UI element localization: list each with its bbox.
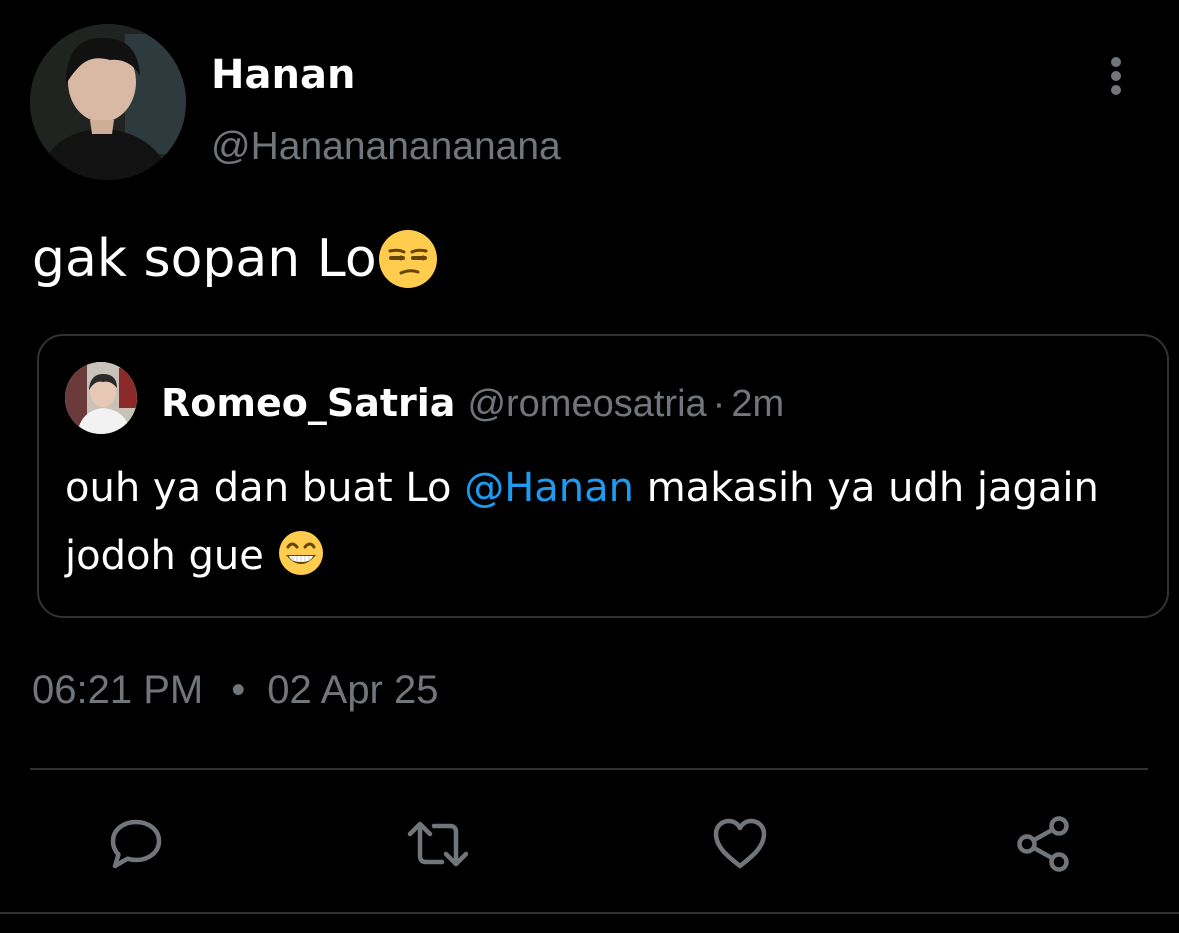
unamused-face-emoji-icon [378,230,437,288]
more-options-button[interactable] [1094,52,1138,100]
share-button[interactable] [1012,812,1076,876]
tweet-time: 06:21 PM [32,668,204,712]
tweet-text: gak sopan Lo [32,226,439,292]
quoted-text-before-mention: ouh ya dan buat Lo [65,465,465,511]
author-display-name[interactable]: Hanan [211,50,355,100]
timestamp-separator: • [231,668,246,712]
bottom-divider [0,912,1179,914]
quoted-author-handle[interactable]: @romeosatria [467,383,706,425]
tweet-text-content: gak sopan Lo [32,229,377,289]
retweet-button[interactable] [406,812,470,876]
quoted-author-avatar-image [65,362,137,434]
quoted-author-display-name[interactable]: Romeo_Satria [161,381,455,425]
tweet-timestamp[interactable]: 06:21 PM • 02 Apr 25 [32,666,438,714]
grinning-face-with-smiling-eyes-emoji-icon [278,531,323,575]
reply-icon [110,819,162,869]
quoted-tweet-card[interactable]: Romeo_Satria @romeosatria · 2m ouh ya dan b… [37,334,1169,618]
quoted-header-separator: · [712,383,726,425]
tweet-date: 02 Apr 25 [267,668,439,712]
reply-button[interactable] [104,812,168,876]
tweet: Hanan @Hanananananana gak sopan Lo Romeo… [0,0,1179,933]
mention-link[interactable]: @Hanan [464,465,634,511]
author-avatar-image [30,24,186,180]
more-vertical-icon [1111,57,1121,95]
heart-icon [713,818,767,869]
author-handle[interactable]: @Hanananananana [211,124,561,170]
quoted-author-avatar[interactable] [65,362,137,434]
divider [30,768,1148,770]
share-icon [1017,816,1069,872]
like-button[interactable] [708,812,772,876]
retweet-icon [407,821,469,867]
quoted-tweet-header: Romeo_Satria @romeosatria · 2m [161,378,784,436]
author-avatar[interactable] [30,24,186,180]
quoted-tweet-text: ouh ya dan buat Lo @Hanan makasih ya udh… [65,454,1145,590]
quoted-tweet-time: 2m [731,383,785,425]
